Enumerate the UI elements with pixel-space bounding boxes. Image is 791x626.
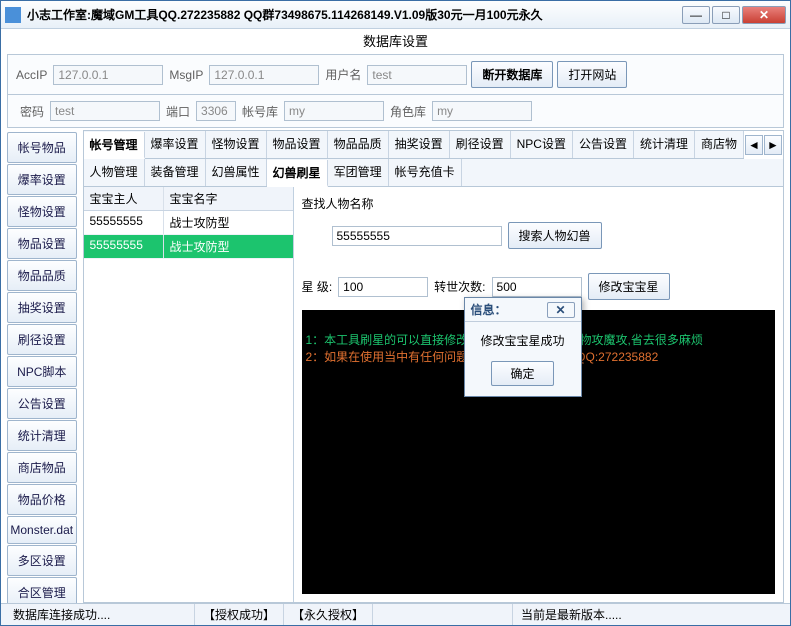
status-version: 当前是最新版本..... — [513, 604, 786, 625]
table-row[interactable]: 55555555战士攻防型 — [84, 211, 293, 235]
dialog-title: 信息： — [471, 301, 507, 318]
tab-sub-2[interactable]: 幻兽属性 — [206, 159, 267, 186]
cell-name: 战士攻防型 — [164, 211, 293, 234]
info-dialog: 信息： ✕ 修改宝宝星成功 确定 — [464, 297, 582, 397]
tab-main-9[interactable]: 统计清理 — [634, 131, 695, 158]
sidebar: 帐号物品爆率设置怪物设置物品设置物品品质抽奖设置刷径设置NPC脚本公告设置统计清… — [7, 130, 77, 603]
reborn-label: 转世次数: — [434, 278, 485, 295]
sidebar-item-13[interactable]: 多区设置 — [7, 545, 77, 576]
sidebar-item-9[interactable]: 统计清理 — [7, 420, 77, 451]
dialog-ok-button[interactable]: 确定 — [491, 361, 553, 386]
config-panel: AccIP MsgIP 用户名 断开数据库 打开网站 — [7, 54, 784, 95]
pwd-label: 密码 — [18, 103, 46, 120]
app-icon — [5, 7, 21, 23]
section-title: 数据库设置 — [1, 29, 790, 52]
tab-main-4[interactable]: 物品品质 — [328, 131, 389, 158]
sidebar-item-6[interactable]: 刷径设置 — [7, 324, 77, 355]
acctdb-label: 帐号库 — [240, 103, 280, 120]
sidebar-item-1[interactable]: 爆率设置 — [7, 164, 77, 195]
tabs-scroll-right[interactable]: ► — [764, 135, 782, 155]
openweb-button[interactable]: 打开网站 — [557, 61, 627, 88]
tab-sub-0[interactable]: 人物管理 — [84, 159, 145, 186]
titlebar: 小志工作室:魔域GM工具QQ.272235882 QQ群73498675.114… — [1, 1, 790, 29]
close-button[interactable]: ✕ — [742, 6, 786, 24]
table-row[interactable]: 55555555战士攻防型 — [84, 235, 293, 259]
reborn-input[interactable] — [492, 277, 582, 297]
acctdb-input[interactable] — [284, 101, 384, 121]
accip-input[interactable] — [53, 65, 163, 85]
maximize-button[interactable]: □ — [712, 6, 740, 24]
dialog-message: 修改宝宝星成功 — [475, 332, 571, 349]
pwd-input[interactable] — [50, 101, 160, 121]
tab-main-7[interactable]: NPC设置 — [511, 131, 573, 158]
cell-name: 战士攻防型 — [164, 235, 293, 258]
tabs-main: 帐号管理爆率设置怪物设置物品设置物品品质抽奖设置刷径设置NPC设置公告设置统计清… — [84, 131, 745, 159]
tab-main-10[interactable]: 商店物 — [695, 131, 744, 158]
status-license: 【永久授权】 — [284, 604, 373, 625]
tab-sub-1[interactable]: 装备管理 — [145, 159, 206, 186]
cell-owner: 55555555 — [84, 235, 164, 258]
right-pane: 查找人物名称 搜索人物幻兽 星 级: 转世次数: 修改宝宝星 — [294, 187, 784, 602]
port-input[interactable] — [196, 101, 236, 121]
statusbar: 数据库连接成功.... 【授权成功】 【永久授权】 当前是最新版本..... — [1, 603, 790, 625]
roledb-input[interactable] — [432, 101, 532, 121]
tab-sub-5[interactable]: 帐号充值卡 — [389, 159, 462, 186]
col-owner: 宝宝主人 — [84, 187, 164, 210]
sidebar-item-2[interactable]: 怪物设置 — [7, 196, 77, 227]
minimize-button[interactable]: — — [682, 6, 710, 24]
user-input[interactable] — [367, 65, 467, 85]
tab-main-3[interactable]: 物品设置 — [267, 131, 328, 158]
dialog-close-icon[interactable]: ✕ — [547, 302, 575, 318]
sidebar-item-0[interactable]: 帐号物品 — [7, 132, 77, 163]
tab-main-1[interactable]: 爆率设置 — [145, 131, 206, 158]
pet-list: 宝宝主人 宝宝名字 55555555战士攻防型55555555战士攻防型 — [84, 187, 294, 602]
accip-label: AccIP — [14, 68, 49, 82]
disconnect-button[interactable]: 断开数据库 — [471, 61, 553, 88]
sidebar-item-5[interactable]: 抽奖设置 — [7, 292, 77, 323]
sidebar-item-12[interactable]: Monster.dat — [7, 516, 77, 544]
user-label: 用户名 — [323, 66, 363, 83]
tab-sub-4[interactable]: 军团管理 — [328, 159, 389, 186]
status-auth: 【授权成功】 — [195, 604, 284, 625]
tab-main-2[interactable]: 怪物设置 — [206, 131, 267, 158]
search-label: 查找人物名称 — [302, 195, 776, 212]
content: 帐号管理爆率设置怪物设置物品设置物品品质抽奖设置刷径设置NPC设置公告设置统计清… — [83, 130, 785, 603]
star-input[interactable] — [338, 277, 428, 297]
star-label: 星 级: — [302, 278, 333, 295]
roledb-label: 角色库 — [388, 103, 428, 120]
sidebar-item-11[interactable]: 物品价格 — [7, 484, 77, 515]
modify-star-button[interactable]: 修改宝宝星 — [588, 273, 670, 300]
sidebar-item-10[interactable]: 商店物品 — [7, 452, 77, 483]
tab-main-8[interactable]: 公告设置 — [573, 131, 634, 158]
sidebar-item-7[interactable]: NPC脚本 — [7, 356, 77, 387]
tabs-sub: 人物管理装备管理幻兽属性幻兽刷星军团管理帐号充值卡 — [84, 159, 784, 187]
tab-main-5[interactable]: 抽奖设置 — [389, 131, 450, 158]
window-title: 小志工作室:魔域GM工具QQ.272235882 QQ群73498675.114… — [27, 6, 682, 23]
cell-owner: 55555555 — [84, 211, 164, 234]
col-name: 宝宝名字 — [164, 187, 293, 210]
msgip-label: MsgIP — [167, 68, 205, 82]
search-button[interactable]: 搜索人物幻兽 — [508, 222, 602, 249]
tabs-scroll-left[interactable]: ◄ — [745, 135, 763, 155]
sidebar-item-4[interactable]: 物品品质 — [7, 260, 77, 291]
port-label: 端口 — [164, 103, 192, 120]
tab-main-6[interactable]: 刷径设置 — [450, 131, 511, 158]
search-input[interactable] — [332, 226, 502, 246]
tab-main-0[interactable]: 帐号管理 — [84, 132, 145, 159]
tab-sub-3[interactable]: 幻兽刷星 — [267, 160, 328, 187]
status-db: 数据库连接成功.... — [5, 604, 195, 625]
sidebar-item-3[interactable]: 物品设置 — [7, 228, 77, 259]
sidebar-item-8[interactable]: 公告设置 — [7, 388, 77, 419]
config-panel-2: 密码 端口 帐号库 角色库 — [7, 95, 784, 128]
msgip-input[interactable] — [209, 65, 319, 85]
sidebar-item-14[interactable]: 合区管理 — [7, 577, 77, 603]
